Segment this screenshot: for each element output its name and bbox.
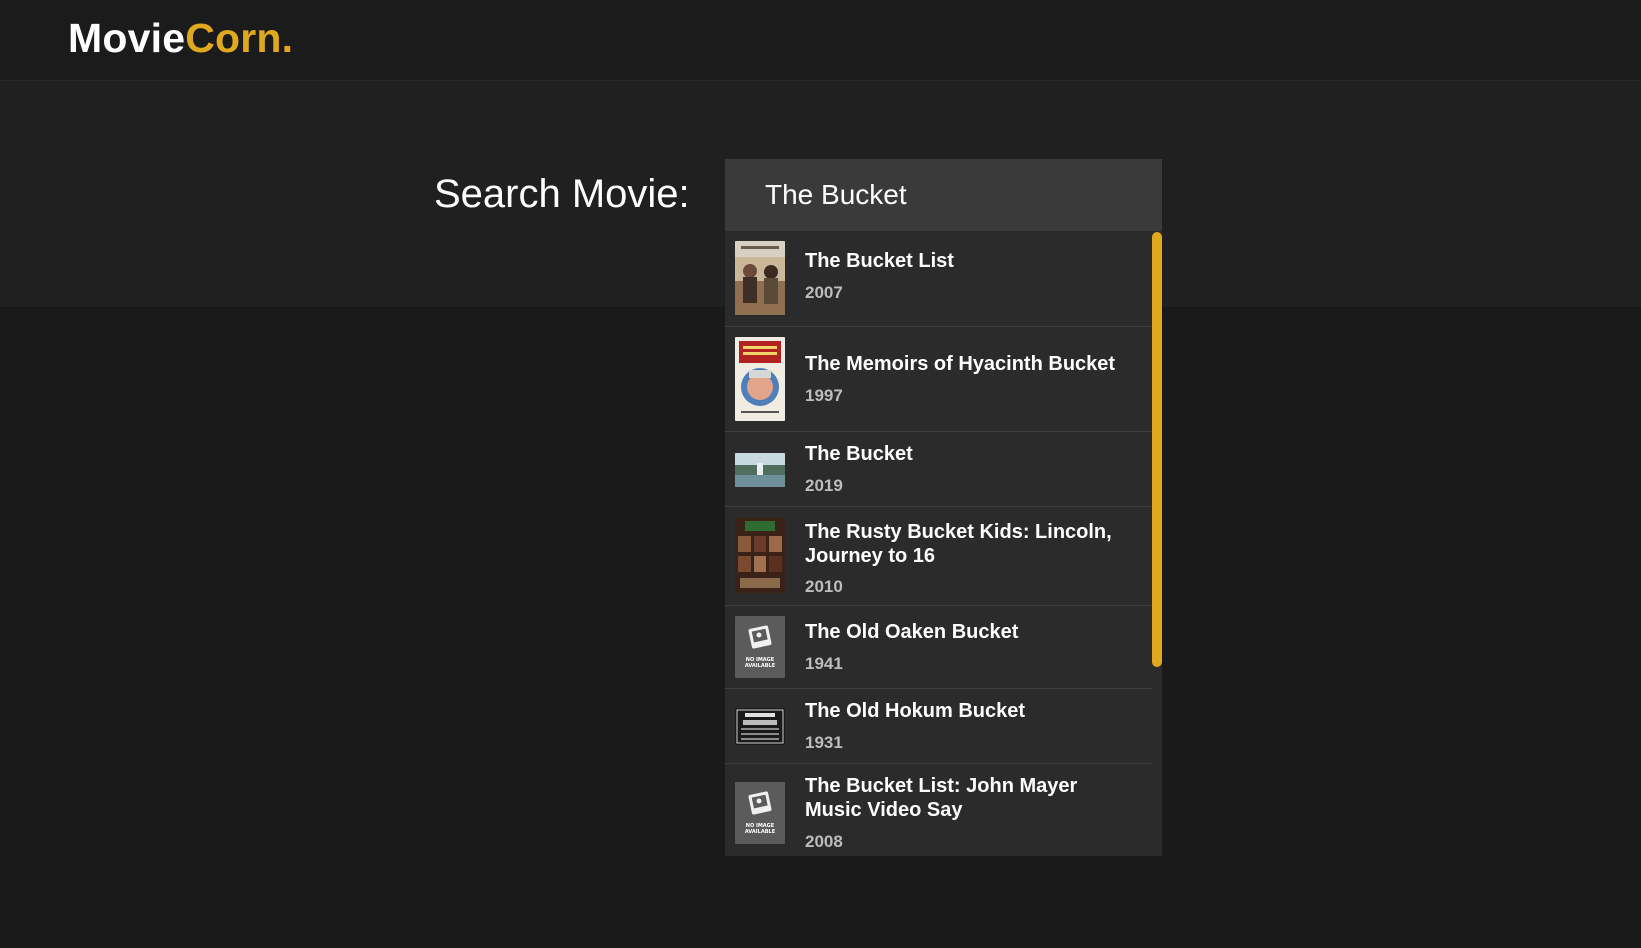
- result-item[interactable]: The Old Hokum Bucket 1931: [725, 689, 1152, 764]
- movie-poster-thumbnail: [735, 337, 785, 421]
- no-image-text-line2: AVAILABLE: [745, 829, 776, 835]
- search-input[interactable]: [765, 159, 1162, 231]
- no-image-text-line2: AVAILABLE: [745, 663, 776, 669]
- movie-poster-thumbnail: [735, 453, 785, 487]
- result-year: 2019: [805, 476, 843, 495]
- search-box[interactable]: [725, 159, 1162, 231]
- movie-poster-thumbnail: [735, 241, 785, 315]
- result-item[interactable]: The Memoirs of Hyacinth Bucket 1997: [725, 327, 1152, 432]
- result-title: The Bucket List: John Mayer Music Video …: [805, 775, 1078, 821]
- result-title: The Old Hokum Bucket: [805, 700, 1026, 722]
- logo-text-movie: Movie: [68, 15, 186, 61]
- result-year: 2010: [805, 577, 843, 596]
- result-year: 2007: [805, 283, 843, 302]
- movie-poster-thumbnail: [735, 708, 785, 745]
- search-results-dropdown[interactable]: The Bucket List 2007 The Memoirs of Hyac…: [725, 231, 1162, 856]
- result-title: The Old Oaken Bucket: [805, 621, 1019, 643]
- result-title: The Memoirs of Hyacinth Bucket: [805, 353, 1116, 375]
- result-item[interactable]: The Bucket List 2007: [725, 231, 1152, 327]
- search-label: Search Movie:: [434, 172, 690, 216]
- result-title: The Rusty Bucket Kids: Lincoln, Journey …: [805, 521, 1112, 567]
- results-scrollbar-thumb[interactable]: [1152, 232, 1162, 667]
- no-image-placeholder-icon: NO IMAGE AVAILABLE: [735, 616, 785, 678]
- result-item[interactable]: The Bucket 2019: [725, 432, 1152, 507]
- logo-text-corn: Corn.: [185, 15, 294, 61]
- result-title: The Bucket List: [805, 250, 954, 272]
- result-year: 1941: [805, 654, 843, 673]
- movie-poster-thumbnail: [735, 518, 785, 593]
- result-item[interactable]: The Rusty Bucket Kids: Lincoln, Journey …: [725, 507, 1152, 606]
- result-year: 1931: [805, 733, 843, 752]
- result-item[interactable]: NO IMAGE AVAILABLE The Old Oaken Bucket …: [725, 606, 1152, 689]
- moviecorn-logo[interactable]: MovieCorn.: [68, 14, 293, 62]
- result-title: The Bucket: [805, 443, 913, 465]
- result-item[interactable]: NO IMAGE AVAILABLE The Bucket List: John…: [725, 764, 1152, 856]
- no-image-placeholder-icon: NO IMAGE AVAILABLE: [735, 782, 785, 844]
- result-year: 2008: [805, 832, 843, 851]
- results-list: The Bucket List 2007 The Memoirs of Hyac…: [725, 231, 1152, 856]
- top-navbar: MovieCorn.: [0, 0, 1641, 81]
- result-year: 1997: [805, 386, 843, 405]
